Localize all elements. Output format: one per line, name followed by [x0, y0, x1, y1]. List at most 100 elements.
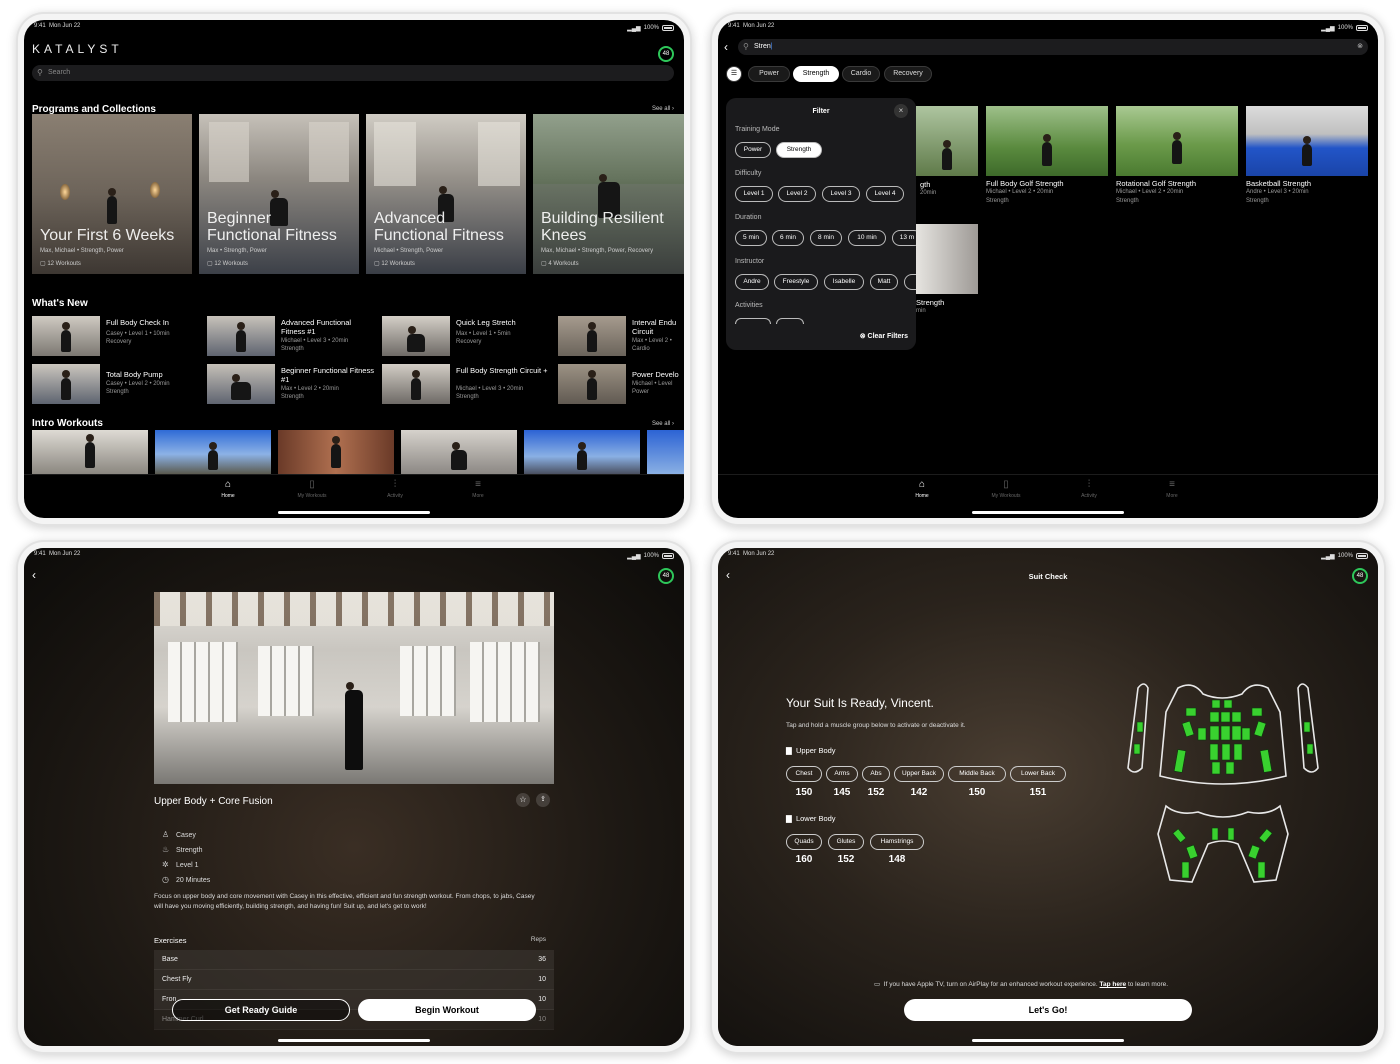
filter-instructor[interactable]: Matt	[870, 274, 898, 290]
muscle-arms[interactable]: Arms	[826, 766, 858, 782]
get-ready-guide-button[interactable]: Get Ready Guide	[172, 999, 350, 1021]
filter-duration[interactable]: 6 min	[772, 230, 804, 246]
muscle-hamstrings[interactable]: Hamstrings	[870, 834, 924, 850]
filter-instructor[interactable]: Andre	[735, 274, 769, 290]
clear-filters-button[interactable]: ⊗ Clear Filters	[860, 332, 908, 340]
workout-title: Interval Endu Circuit	[632, 318, 677, 336]
programs-see-all[interactable]: See all ›	[652, 106, 674, 112]
tab-more[interactable]: ≡ More	[448, 479, 508, 499]
tab-my-workouts[interactable]: ▯ My Workouts	[976, 479, 1036, 499]
list-item[interactable]: Beginner Functional Fitness #1 Max • Lev…	[207, 364, 379, 406]
result-card[interactable]: Basketball Strength Andre • Level 3 • 20…	[1246, 106, 1368, 206]
list-item[interactable]: Quick Leg Stretch Max • Level 1 • 5min Re…	[382, 316, 554, 358]
program-card[interactable]: Your First 6 Weeks Max, Michael • Streng…	[32, 114, 192, 274]
muscle-abs[interactable]: Abs	[862, 766, 890, 782]
intro-card[interactable]	[524, 430, 640, 474]
chip-power[interactable]: Power	[748, 66, 790, 82]
muscle-middle-back[interactable]: Middle Back	[948, 766, 1006, 782]
signal-icon: ▂▄▆	[1321, 25, 1335, 32]
intro-card[interactable]	[401, 430, 517, 474]
filter-strength[interactable]: Strength	[776, 142, 822, 158]
back-button[interactable]: ‹	[32, 568, 36, 582]
chip-strength[interactable]: Strength	[793, 66, 839, 82]
calendar-icon: ▢	[374, 261, 380, 267]
intro-card[interactable]	[32, 430, 148, 474]
filter-icon-button[interactable]: ☰	[726, 66, 742, 82]
tab-more[interactable]: ≡ More	[1142, 479, 1202, 499]
filter-level-4[interactable]: Level 4	[866, 186, 904, 202]
program-card[interactable]: Beginner Functional Fitness Max • Strengt…	[199, 114, 359, 274]
filter-instructor-partial[interactable]	[904, 274, 916, 290]
workout-title: Total Body Pump	[106, 370, 163, 379]
filter-level-2[interactable]: Level 2	[778, 186, 816, 202]
result-meta: Michael • Level 2 • 20min Strength	[1116, 189, 1184, 204]
program-title: Advanced Functional Fitness	[374, 210, 504, 244]
list-item[interactable]: Full Body Check In Casey • Level 1 • 10m…	[32, 316, 204, 358]
intro-card[interactable]	[647, 430, 684, 474]
home-screen: 9:41 Mon Jun 22 ▂▄▆ 100% KATALYST 48 ⚲ Se…	[24, 20, 684, 518]
result-image	[986, 106, 1108, 176]
lets-go-button[interactable]: Let's Go!	[904, 999, 1192, 1021]
suit-ring[interactable]: 48	[658, 568, 674, 584]
filter-duration[interactable]: 13 m	[892, 230, 916, 246]
intro-card[interactable]	[155, 430, 271, 474]
search-input[interactable]: ⚲ Search	[32, 65, 674, 81]
suit-diagram[interactable]	[1118, 668, 1328, 898]
activity-icon: ⫶	[393, 479, 397, 490]
list-item[interactable]: Interval Endu Circuit Max • Level 2 • Car…	[558, 316, 684, 358]
filter-level-3[interactable]: Level 3	[822, 186, 860, 202]
begin-workout-button[interactable]: Begin Workout	[358, 999, 536, 1021]
tab-bar: ⌂ Home ▯ My Workouts ⫶ Activity ≡ More	[24, 474, 684, 504]
filter-activity[interactable]	[776, 318, 804, 324]
filter-instructor[interactable]: Isabelle	[824, 274, 864, 290]
filter-duration[interactable]: 8 min	[810, 230, 842, 246]
workout-title: Beginner Functional Fitness #1	[281, 366, 374, 384]
filter-duration[interactable]: 5 min	[735, 230, 767, 246]
close-icon[interactable]: ×	[894, 104, 908, 118]
device-home: 9:41 Mon Jun 22 ▂▄▆ 100% KATALYST 48 ⚲ Se…	[16, 12, 692, 526]
program-card[interactable]: Building Resilient Knees Max, Michael • S…	[533, 114, 684, 274]
list-item[interactable]: Power Develo Michael • Level Power	[558, 364, 684, 406]
favorite-button[interactable]: ☆	[516, 793, 530, 807]
filter-duration[interactable]: 10 min	[848, 230, 886, 246]
result-card[interactable]: Rotational Golf Strength Michael • Level…	[1116, 106, 1238, 206]
suit-ring[interactable]: 48	[658, 46, 674, 62]
intro-card[interactable]	[278, 430, 394, 474]
back-button[interactable]: ‹	[724, 40, 728, 54]
muscle-value: 150	[968, 787, 986, 798]
muscle-upper-back[interactable]: Upper Back	[894, 766, 944, 782]
workout-meta: Casey • Level 1 • 10min Recovery	[106, 331, 170, 345]
list-item[interactable]: Advanced Functional Fitness #1 Michael •…	[207, 316, 379, 358]
filter-level-1[interactable]: Level 1	[735, 186, 773, 202]
tab-activity[interactable]: ⫶ Activity	[1059, 479, 1119, 499]
muscle-glutes[interactable]: Glutes	[828, 834, 864, 850]
menu-icon: ≡	[1169, 479, 1175, 490]
share-button[interactable]: ⇪	[536, 793, 550, 807]
muscle-quads[interactable]: Quads	[786, 834, 822, 850]
workout-meta: Max • Level 2 • Cardio	[632, 338, 672, 352]
tab-home[interactable]: ⌂ Home	[892, 479, 952, 499]
result-card[interactable]: Full Body Golf Strength Michael • Level …	[986, 106, 1108, 206]
chip-recovery[interactable]: Recovery	[884, 66, 932, 82]
search-input[interactable]: ⚲ Stren| ⊗	[738, 39, 1368, 55]
tab-my-workouts[interactable]: ▯ My Workouts	[282, 479, 342, 499]
filter-power[interactable]: Power	[735, 142, 771, 158]
clear-search-icon[interactable]: ⊗	[1357, 39, 1363, 55]
reps-label: Reps	[530, 936, 546, 943]
intro-see-all[interactable]: See all ›	[652, 421, 674, 427]
list-item[interactable]: Full Body Strength Circuit + Michael • L…	[382, 364, 554, 406]
tap-here-link[interactable]: Tap here	[1100, 981, 1127, 988]
muscle-value: 145	[833, 787, 851, 798]
filter-activity[interactable]	[735, 318, 771, 324]
home-indicator	[278, 511, 430, 514]
program-card[interactable]: Advanced Functional Fitness Michael • Str…	[366, 114, 526, 274]
muscle-lower-back[interactable]: Lower Back	[1010, 766, 1066, 782]
suit-ring[interactable]: 48	[1352, 568, 1368, 584]
program-workouts: ▢ 12 Workouts	[207, 261, 248, 267]
filter-instructor[interactable]: Freestyle	[774, 274, 818, 290]
muscle-chest[interactable]: Chest	[786, 766, 822, 782]
list-item[interactable]: Total Body Pump Casey • Level 2 • 20min S…	[32, 364, 204, 406]
tab-home[interactable]: ⌂ Home	[198, 479, 258, 499]
chip-cardio[interactable]: Cardio	[842, 66, 880, 82]
tab-activity[interactable]: ⫶ Activity	[365, 479, 425, 499]
